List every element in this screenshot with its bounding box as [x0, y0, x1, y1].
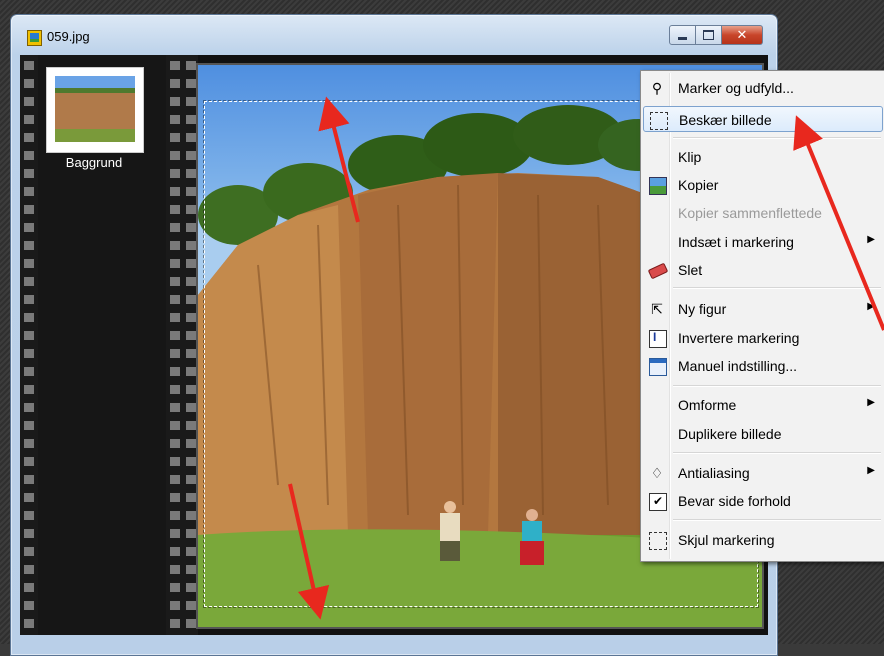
maximize-icon — [703, 30, 714, 40]
menu-item-skjul-markering[interactable]: Skjul markering — [643, 527, 883, 553]
menu-item-ny-figur[interactable]: ⇱ Ny figur ▶ — [643, 296, 883, 322]
pointer-icon: ⇱ — [651, 301, 663, 317]
layer-thumbnail-image — [55, 76, 135, 142]
menu-item-omforme[interactable]: Omforme ▶ — [643, 392, 883, 418]
title-bar[interactable]: 059.jpg ✕ — [11, 15, 777, 55]
maximize-button[interactable] — [696, 25, 722, 45]
copy-image-icon — [649, 177, 667, 195]
invert-selection-icon — [649, 330, 667, 348]
minimize-icon — [678, 36, 687, 40]
menu-item-invertere-markering[interactable]: Invertere markering — [643, 325, 883, 351]
submenu-arrow-icon: ▶ — [867, 234, 875, 245]
eraser-icon — [647, 262, 669, 280]
submenu-arrow-icon: ▶ — [867, 465, 875, 476]
menu-item-duplikere-billede[interactable]: Duplikere billede — [643, 421, 883, 447]
checkbox-icon: ✔ — [649, 493, 667, 511]
menu-separator — [673, 287, 881, 289]
drop-icon: ♢ — [650, 465, 664, 481]
lasso-fill-icon: ⚲ — [651, 80, 663, 96]
dialog-icon — [649, 358, 667, 376]
close-icon: ✕ — [736, 27, 748, 43]
menu-item-beskaer-billede[interactable]: Beskær billede — [643, 106, 883, 132]
submenu-arrow-icon: ▶ — [867, 397, 875, 408]
filmstrip-left-border — [20, 55, 38, 635]
window-title: 059.jpg — [47, 29, 90, 44]
image-file-icon — [27, 30, 42, 46]
caption-buttons: ✕ — [669, 25, 763, 45]
layer-thumbnail[interactable] — [46, 67, 144, 153]
menu-separator — [673, 452, 881, 454]
filmstrip-right-border — [166, 55, 184, 635]
menu-item-marker-og-udfyld[interactable]: ⚲ Marker og udfyld... — [643, 75, 883, 101]
submenu-arrow-icon: ▶ — [867, 301, 875, 312]
menu-item-slet[interactable]: Slet — [643, 257, 883, 283]
menu-item-antialiasing[interactable]: ♢ Antialiasing ▶ — [643, 460, 883, 486]
menu-item-kopier[interactable]: Kopier — [643, 172, 883, 198]
hide-selection-icon — [649, 532, 667, 550]
menu-separator — [673, 519, 881, 521]
menu-item-manuel-indstilling[interactable]: Manuel indstilling... — [643, 353, 883, 379]
menu-item-kopier-sammenflettede: Kopier sammenflettede — [678, 205, 822, 221]
menu-separator — [673, 385, 881, 387]
menu-separator — [673, 137, 881, 139]
crop-icon — [650, 112, 668, 130]
minimize-button[interactable] — [669, 25, 696, 45]
menu-item-bevar-side-forhold[interactable]: ✔ Bevar side forhold — [643, 488, 883, 514]
close-button[interactable]: ✕ — [722, 25, 763, 45]
menu-item-indsaet-i-markering[interactable]: Indsæt i markering ▶ — [643, 229, 883, 255]
layer-name: Baggrund — [65, 155, 123, 170]
layer-panel: Baggrund — [38, 55, 166, 635]
context-menu: ⚲ Marker og udfyld... Beskær billede Kli… — [640, 70, 884, 562]
menu-item-klip[interactable]: Klip — [643, 144, 883, 170]
